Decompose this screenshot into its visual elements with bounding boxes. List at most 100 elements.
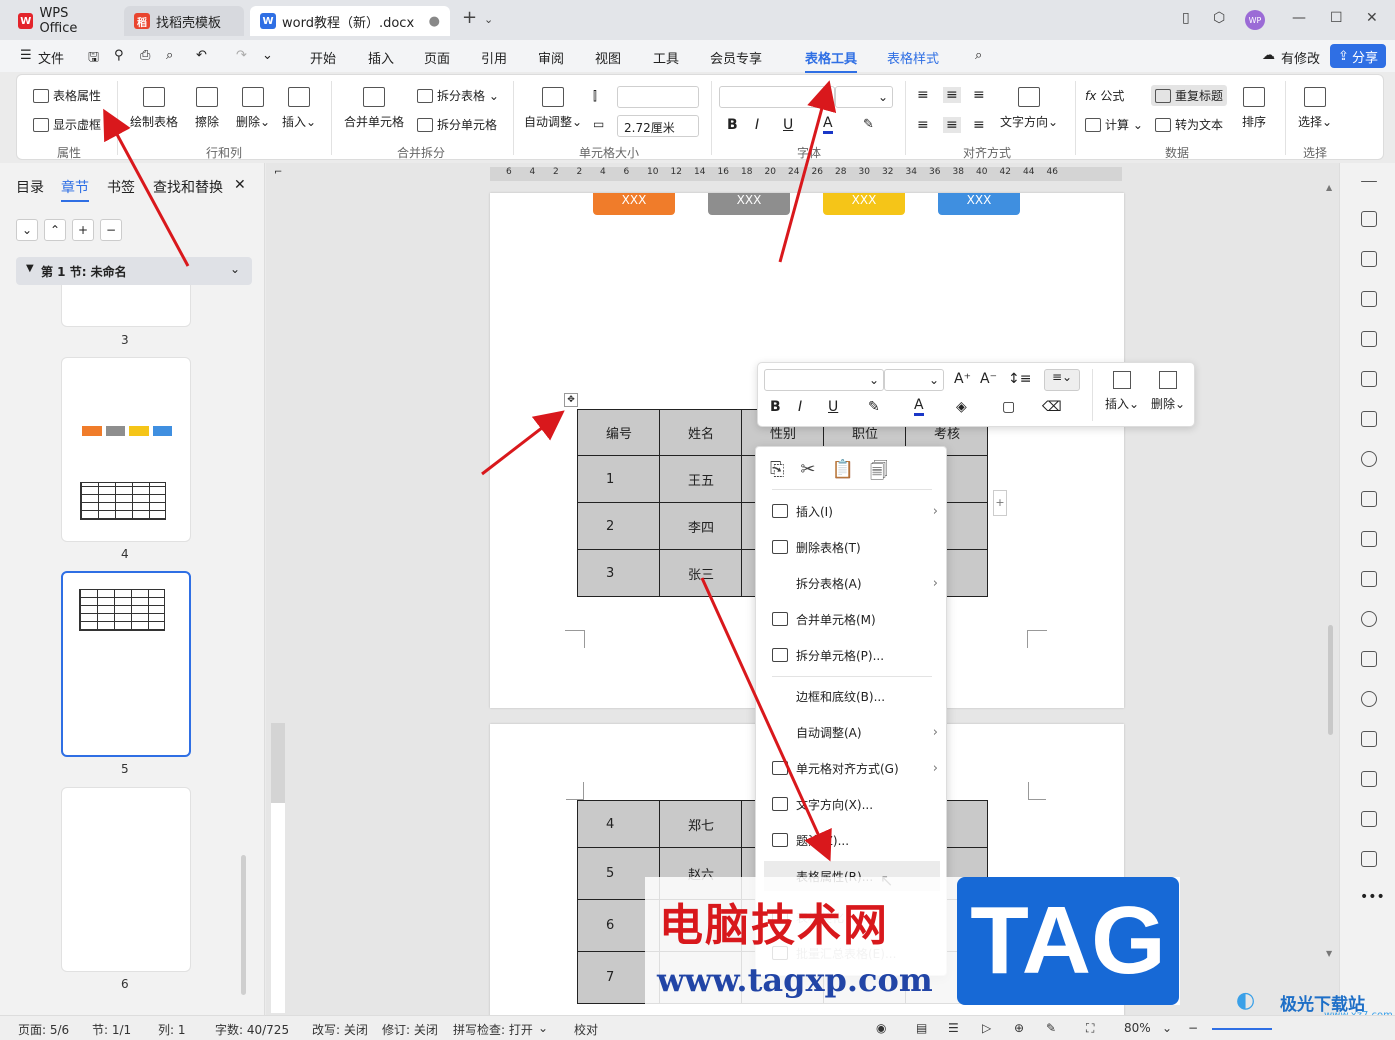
context-menu-item[interactable]: 删除表格(T) [772, 532, 938, 562]
table-cell[interactable]: 张三 [659, 549, 742, 597]
history-icon[interactable] [1361, 691, 1377, 707]
table-cell[interactable]: 3 [577, 549, 660, 597]
table-cell[interactable]: 李四 [659, 502, 742, 550]
translate-icon[interactable] [1361, 651, 1377, 667]
code-icon[interactable] [1361, 531, 1377, 547]
chevron-down-icon[interactable]: ⌄ [538, 1021, 548, 1035]
align-top-right-icon[interactable]: ≡ [973, 87, 985, 103]
text-direction-button[interactable]: 文字方向⌄ [997, 87, 1061, 130]
delete-button[interactable]: 删除⌄ [233, 87, 273, 130]
formula-button[interactable]: fx 公式 [1085, 87, 1124, 104]
underline-button[interactable]: U [783, 117, 793, 133]
context-menu-item[interactable]: 文字方向(X)... [772, 789, 938, 819]
table-header-cell[interactable]: 姓名 [659, 409, 742, 456]
section-item[interactable]: ▼ 第 1 节: 未命名 ⌄ [16, 257, 252, 285]
to-text-button[interactable]: 转为文本 [1155, 116, 1223, 133]
table-cell[interactable]: 4 [577, 800, 660, 848]
float-italic-button[interactable]: I [798, 399, 802, 415]
lock-icon[interactable] [1361, 491, 1377, 507]
line-spacing-icon[interactable]: ↕≡ [1008, 371, 1031, 387]
chevron-down-icon[interactable]: ⌄ [230, 262, 240, 276]
sort-button[interactable]: 排序 [1239, 87, 1269, 130]
page-thumbnail[interactable] [61, 787, 191, 972]
status-rewrite[interactable]: 改写: 关闭 [312, 1021, 368, 1038]
show-gridlines-button[interactable]: 显示虚框 [33, 116, 101, 133]
add-section-icon[interactable]: + [72, 219, 94, 241]
copy-icon[interactable]: ⎘ [770, 459, 784, 489]
context-menu-item[interactable]: 拆分单元格(P)... [772, 640, 938, 670]
tab-document[interactable]: W word教程（新）.docx ● [250, 6, 450, 36]
paste-special-icon[interactable]: 🗐 [870, 459, 888, 489]
status-page[interactable]: 页面: 5/6 [18, 1021, 69, 1038]
calc-button[interactable]: 计算 ⌄ [1085, 116, 1143, 133]
tab-wps-office[interactable]: W WPS Office [8, 6, 118, 36]
ai-icon[interactable] [1361, 331, 1377, 347]
float-underline-button[interactable]: U [828, 399, 838, 415]
tab-sections[interactable]: 章节 [61, 177, 89, 202]
status-spellcheck[interactable]: 拼写检查: 打开 [453, 1021, 533, 1038]
font-color-button[interactable]: A [823, 115, 833, 134]
table-cell[interactable]: 王五 [659, 455, 742, 503]
menu-view[interactable]: 视图 [595, 48, 621, 67]
pen-icon[interactable]: ✎ [1046, 1021, 1056, 1035]
remove-section-icon[interactable]: − [100, 219, 122, 241]
save-icon[interactable]: 🖫 [88, 48, 99, 70]
outline-view-icon[interactable]: ☰ [948, 1021, 959, 1035]
tab-find-replace[interactable]: 查找和替换 [153, 177, 223, 197]
eye-icon[interactable]: ◉ [876, 1021, 886, 1035]
horizontal-ruler[interactable]: 6 4 2 2 4 6 10 12 14 16 18 20 24 26 28 30 32 34 36 38 40 42 44… [490, 167, 1122, 181]
scroll-up-icon[interactable]: ▲ [1326, 183, 1332, 192]
redo-icon[interactable]: ↷ [236, 48, 247, 63]
erase-button[interactable]: 擦除 [187, 87, 227, 130]
grow-font-icon[interactable]: A⁺ [954, 371, 971, 387]
chevron-down-icon[interactable]: ⌄ [1162, 1021, 1172, 1035]
collapse-icon[interactable] [1361, 181, 1377, 182]
add-column-icon[interactable]: + [993, 490, 1007, 516]
avatar[interactable]: WP [1245, 10, 1265, 30]
file-menu[interactable]: 文件 [38, 48, 64, 67]
align-middle-right-icon[interactable]: ≡ [973, 117, 985, 133]
hamburger-icon[interactable]: ☰ [20, 48, 32, 63]
undo-icon[interactable]: ↶ [196, 48, 207, 63]
italic-button[interactable]: I [755, 117, 759, 133]
insert-button[interactable]: 插入⌄ [279, 87, 319, 130]
print-icon[interactable]: ⎙ [140, 48, 150, 63]
font-size-select[interactable]: ⌄ [835, 86, 893, 108]
menu-table-tools[interactable]: 表格工具 [805, 48, 858, 73]
col-width-input[interactable]: 2.72厘米 [617, 115, 699, 137]
more-dots-icon[interactable]: ••• [1360, 889, 1385, 905]
search-icon[interactable]: ⌕ [975, 48, 982, 63]
page-thumbnail[interactable] [61, 285, 191, 327]
table-cell[interactable]: 2 [577, 502, 660, 550]
context-menu-item[interactable]: 单元格对齐方式(G) › [772, 753, 938, 783]
fit-icon[interactable]: ⛶ [1086, 1021, 1094, 1036]
menu-tools[interactable]: 工具 [653, 48, 679, 67]
shading-icon[interactable]: ◈ [956, 399, 967, 415]
web-view-icon[interactable]: ⊕ [1014, 1021, 1024, 1035]
align-icon[interactable]: ≡⌄ [1044, 369, 1080, 391]
float-insert-button[interactable]: 插入⌄ [1102, 371, 1142, 412]
cube-icon[interactable]: ⬡ [1213, 10, 1225, 26]
preview-icon[interactable]: ⌕ [166, 48, 173, 63]
sliders-icon[interactable] [1361, 291, 1377, 307]
panel-scrollbar[interactable] [241, 855, 246, 995]
paste-icon[interactable]: 📋 [832, 459, 854, 489]
menu-start[interactable]: 开始 [310, 48, 336, 67]
chevron-down-icon[interactable]: ⌄ [484, 13, 493, 26]
vertical-ruler[interactable] [271, 723, 285, 1013]
minimize-icon[interactable]: — [1292, 10, 1306, 26]
tab-docer[interactable]: 稻 找稻壳模板 [124, 6, 244, 36]
menu-member[interactable]: 会员专享 [710, 48, 762, 67]
zoom-out-icon[interactable]: − [1188, 1021, 1198, 1035]
cursor-icon[interactable] [1361, 251, 1377, 267]
context-menu-item[interactable]: 插入(I) › [772, 496, 938, 526]
pen-icon[interactable] [1361, 211, 1377, 227]
menu-page[interactable]: 页面 [424, 48, 450, 67]
play-icon[interactable]: ▷ [982, 1021, 991, 1035]
page-view-icon[interactable]: ▤ [916, 1021, 927, 1035]
cut-icon[interactable]: ✂ [800, 459, 815, 489]
float-bold-button[interactable]: B [770, 399, 781, 415]
zoom-level[interactable]: 80% [1124, 1021, 1151, 1035]
float-delete-button[interactable]: 删除⌄ [1148, 371, 1188, 412]
highlight-icon[interactable]: ✎ [863, 117, 874, 132]
